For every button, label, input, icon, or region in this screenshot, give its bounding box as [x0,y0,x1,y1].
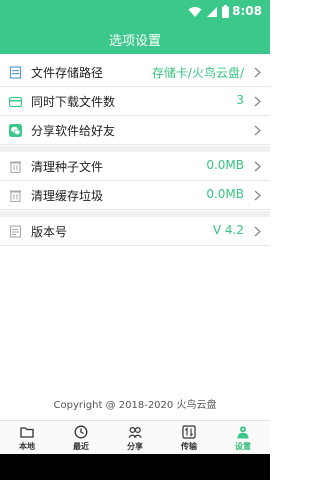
transfer-icon [182,425,196,439]
tab-recent[interactable]: 最近 [54,421,108,454]
setting-label: 清理缓存垃圾 [31,189,104,203]
setting-value: 存储卡/火鸟云盘/ [151,66,244,80]
folder-path-icon [9,66,22,79]
setting-label: 同时下载文件数 [31,95,116,109]
setting-download-count[interactable]: 同时下载文件数 3 [0,87,270,116]
setting-label: 版本号 [31,225,68,239]
users-icon [128,426,142,438]
folder-icon [20,427,34,438]
settings-user-icon [237,426,249,439]
setting-clear-cache[interactable]: 清理缓存垃圾 0.0MB [0,181,270,210]
tab-local[interactable]: 本地 [0,421,54,454]
setting-value: 3 [236,93,244,107]
chevron-right-icon [254,67,261,78]
page-title: 选项设置 [108,34,161,49]
status-time: 8:08 [232,4,262,18]
tab-label: 传输 [181,442,197,451]
tab-label: 分享 [127,442,143,451]
version-icon [9,225,22,238]
chevron-right-icon [254,226,261,237]
tab-label: 设置 [235,442,251,451]
signal-icon [207,7,217,17]
system-nav-bar [0,454,270,480]
trash-cache-icon [10,190,21,202]
setting-share-app[interactable]: 分享软件给好友 [0,116,270,145]
clock-icon [74,425,88,439]
tab-settings[interactable]: 设置 [216,421,270,454]
setting-value: V 4.2 [212,223,244,237]
setting-label: 清理种子文件 [31,160,104,174]
download-count-icon [9,96,22,108]
chevron-right-icon [254,161,261,172]
chevron-right-icon [254,190,261,201]
wifi-icon [188,7,202,17]
chevron-right-icon [254,96,261,107]
chevron-right-icon [254,125,261,136]
tab-transfer[interactable]: 传输 [162,421,216,454]
setting-value: 0.0MB [206,158,244,172]
tab-label: 本地 [19,442,35,451]
trash-seed-icon [10,161,21,173]
bottom-tab-bar: 本地 最近 分享 传输 设置 [0,420,270,454]
settings-list: 文件存储路径 存储卡/火鸟云盘/ 同时下载文件数 3 分享软件给好友 清理种子文… [0,54,270,420]
status-bar: 8:08 [0,0,270,24]
setting-storage-path[interactable]: 文件存储路径 存储卡/火鸟云盘/ [0,58,270,87]
setting-version[interactable]: 版本号 V 4.2 [0,217,270,246]
setting-label: 分享软件给好友 [31,124,116,138]
setting-value: 0.0MB [206,187,244,201]
copyright-text: Copyright @ 2018-2020 火鸟云盘 [53,400,217,411]
app-bar: 选项设置 [0,24,270,54]
tab-share[interactable]: 分享 [108,421,162,454]
wechat-share-icon [9,124,22,137]
setting-label: 文件存储路径 [31,66,104,80]
battery-icon [222,5,229,18]
tab-label: 最近 [73,442,89,451]
setting-clear-seeds[interactable]: 清理种子文件 0.0MB [0,152,270,181]
